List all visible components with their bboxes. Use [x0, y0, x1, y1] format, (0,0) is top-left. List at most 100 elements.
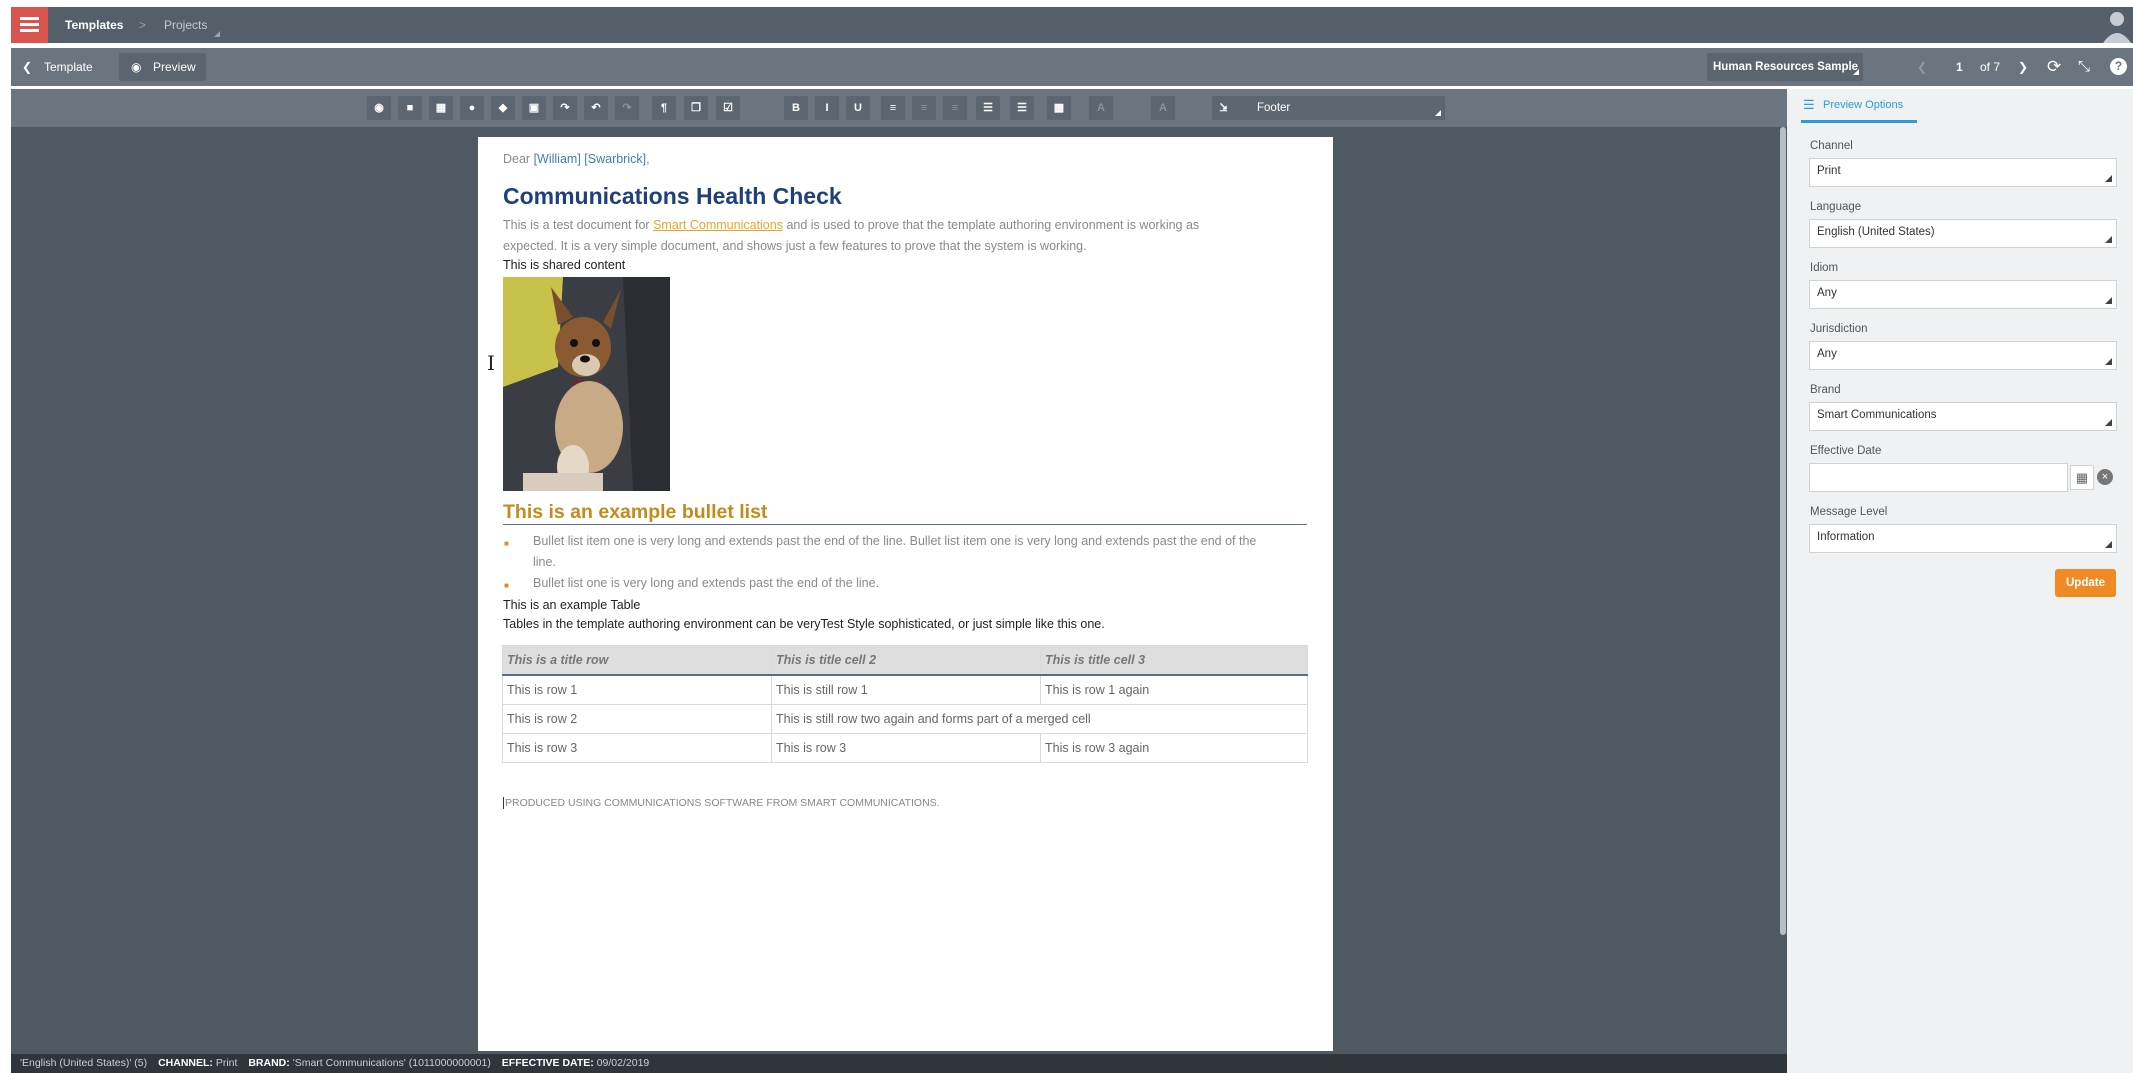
- field-label: Idiom: [1810, 262, 1839, 274]
- document-title: Communications Health Check: [503, 183, 842, 209]
- preview-button[interactable]: ◉ Preview: [119, 53, 206, 81]
- table-row: This is row 1 This is still row 1 This i…: [502, 674, 1308, 705]
- preview-button-label: Preview: [153, 60, 196, 74]
- help-icon[interactable]: ?: [2110, 58, 2127, 75]
- paragraph-icon[interactable]: ¶: [652, 96, 676, 120]
- idiom-select[interactable]: Any: [1809, 280, 2117, 309]
- table-header-cell[interactable]: This is a title row: [502, 645, 772, 676]
- back-to-template-button[interactable]: Template: [44, 53, 93, 81]
- bullet-marker-icon: ■: [504, 539, 509, 548]
- breadcrumb-projects[interactable]: Projects: [164, 7, 207, 43]
- undo-icon[interactable]: ↶: [584, 96, 608, 120]
- table-intro: Tables in the template authoring environ…: [503, 617, 1105, 631]
- refresh-icon[interactable]: ⟳: [2047, 53, 2061, 81]
- align-left-icon[interactable]: ≡: [881, 96, 905, 120]
- table-header-row: This is a title row This is title cell 2…: [502, 645, 1308, 676]
- table-header-cell[interactable]: This is title cell 3: [1040, 645, 1308, 676]
- binoculars-icon[interactable]: ▣: [522, 96, 546, 120]
- brand-select[interactable]: Smart Communications: [1809, 402, 2117, 431]
- smart-communications-link[interactable]: Smart Communications: [653, 218, 783, 232]
- fullscreen-icon[interactable]: ⤡: [2078, 53, 2090, 81]
- table-cell[interactable]: This is still row 1: [771, 674, 1041, 705]
- bold-icon[interactable]: B: [784, 96, 808, 120]
- status-channel-value: Print: [215, 1057, 238, 1069]
- status-brand-value: 'Smart Communications' (1011000000001): [292, 1057, 491, 1069]
- flag-icon[interactable]: ■: [398, 96, 422, 120]
- redo-icon[interactable]: ↷: [615, 96, 639, 120]
- idiom-value: Any: [1817, 287, 1837, 299]
- eye-icon: ◉: [131, 60, 142, 74]
- channel-value: Print: [1817, 165, 1841, 177]
- italic-icon[interactable]: I: [815, 96, 839, 120]
- back-chevron-icon[interactable]: ❮: [22, 53, 32, 81]
- effective-date-input[interactable]: [1809, 463, 2068, 492]
- check-icon[interactable]: ☑: [716, 96, 740, 120]
- tab-preview-options[interactable]: ☰ Preview Options: [1801, 93, 1917, 123]
- highlight-icon[interactable]: A: [1151, 96, 1175, 120]
- example-table[interactable]: This is a title row This is title cell 2…: [502, 645, 1308, 763]
- dropdown-corner-icon: [1853, 69, 1859, 75]
- channel-select[interactable]: Print: [1809, 158, 2117, 187]
- language-value: English (United States): [1817, 226, 1935, 238]
- last-name-variable[interactable]: [Swarbrick]: [584, 152, 646, 166]
- menu-button[interactable]: [11, 7, 48, 43]
- table-cell[interactable]: This is row 3: [771, 733, 1041, 763]
- list-icon[interactable]: ☰: [976, 96, 1000, 120]
- dropdown-corner-icon: [2105, 541, 2112, 548]
- numbered-list-icon[interactable]: ☰: [1010, 96, 1034, 120]
- update-button[interactable]: Update: [2055, 569, 2116, 597]
- message-level-value: Information: [1817, 531, 1875, 543]
- breadcrumb-templates[interactable]: Templates: [65, 7, 123, 43]
- page-number-input[interactable]: 1: [1956, 53, 1963, 81]
- calendar-icon[interactable]: ▦: [2070, 465, 2094, 490]
- text-color-icon[interactable]: A: [1089, 96, 1113, 120]
- jurisdiction-select[interactable]: Any: [1809, 341, 2117, 370]
- language-select[interactable]: English (United States): [1809, 219, 2117, 248]
- text-cursor-icon: I: [487, 351, 495, 375]
- table-cell[interactable]: This is row 3 again: [1040, 733, 1308, 763]
- table-header-cell[interactable]: This is title cell 2: [771, 645, 1041, 676]
- next-page-icon[interactable]: ❯: [2018, 53, 2028, 81]
- layers-icon[interactable]: ◆: [491, 96, 515, 120]
- list-icon: ☰: [1803, 97, 1815, 112]
- document-footer[interactable]: PRODUCED USING COMMUNICATIONS SOFTWARE F…: [503, 797, 940, 809]
- table-caption: This is an example Table: [503, 598, 641, 612]
- dropdown-corner-icon: [2105, 175, 2112, 182]
- align-right-icon[interactable]: ≡: [943, 96, 967, 120]
- merged-table-cell[interactable]: This is still row two again and forms pa…: [771, 704, 1308, 734]
- sample-data-select[interactable]: Human Resources Sample Data: [1707, 53, 1863, 101]
- dropdown-corner-icon: [2105, 358, 2112, 365]
- table-cell[interactable]: This is row 1 again: [1040, 674, 1308, 705]
- dog-photo[interactable]: [503, 277, 670, 491]
- underline-icon[interactable]: U: [846, 96, 870, 120]
- align-center-icon[interactable]: ≡: [912, 96, 936, 120]
- user-avatar-icon[interactable]: [2097, 7, 2133, 43]
- bullet-item-2: Bullet list one is very long and extends…: [533, 576, 880, 590]
- bullet-list-heading: This is an example bullet list: [503, 501, 768, 523]
- grid-icon[interactable]: ▩: [1047, 96, 1071, 120]
- tab-preview-options-label: Preview Options: [1823, 99, 1904, 111]
- status-bar: 'English (United States)' (5) CHANNEL: P…: [11, 1054, 1787, 1073]
- table-cell[interactable]: This is row 3: [502, 733, 772, 763]
- style-select[interactable]: Footer: [1227, 96, 1445, 120]
- shared-content-text: This is shared content: [503, 258, 626, 272]
- status-date-value: 09/02/2019: [596, 1057, 650, 1069]
- intro-line-1: This is a test document for Smart Commun…: [503, 218, 1200, 232]
- database-icon[interactable]: ●: [460, 96, 484, 120]
- document-page[interactable]: [478, 137, 1333, 1051]
- table-cell[interactable]: This is row 1: [502, 674, 772, 705]
- preview-icon[interactable]: ◉: [367, 96, 391, 120]
- copy-icon[interactable]: ❐: [684, 96, 708, 120]
- prev-page-icon[interactable]: ❮: [1917, 53, 1927, 81]
- heading-rule: [503, 524, 1307, 525]
- field-label: Jurisdiction: [1810, 323, 1868, 335]
- clear-date-icon[interactable]: ×: [2097, 469, 2113, 485]
- editor-scrollbar[interactable]: [1780, 127, 1786, 935]
- wrap-icon[interactable]: ↷: [553, 96, 577, 120]
- greeting: Dear [William] [Swarbrick],: [503, 152, 650, 166]
- table-cell[interactable]: This is row 2: [502, 704, 772, 734]
- bullet-item-1: Bullet list item one is very long and ex…: [533, 534, 1257, 548]
- message-level-select[interactable]: Information: [1809, 524, 2117, 553]
- table-icon[interactable]: ▦: [429, 96, 453, 120]
- first-name-variable[interactable]: [William]: [534, 152, 581, 166]
